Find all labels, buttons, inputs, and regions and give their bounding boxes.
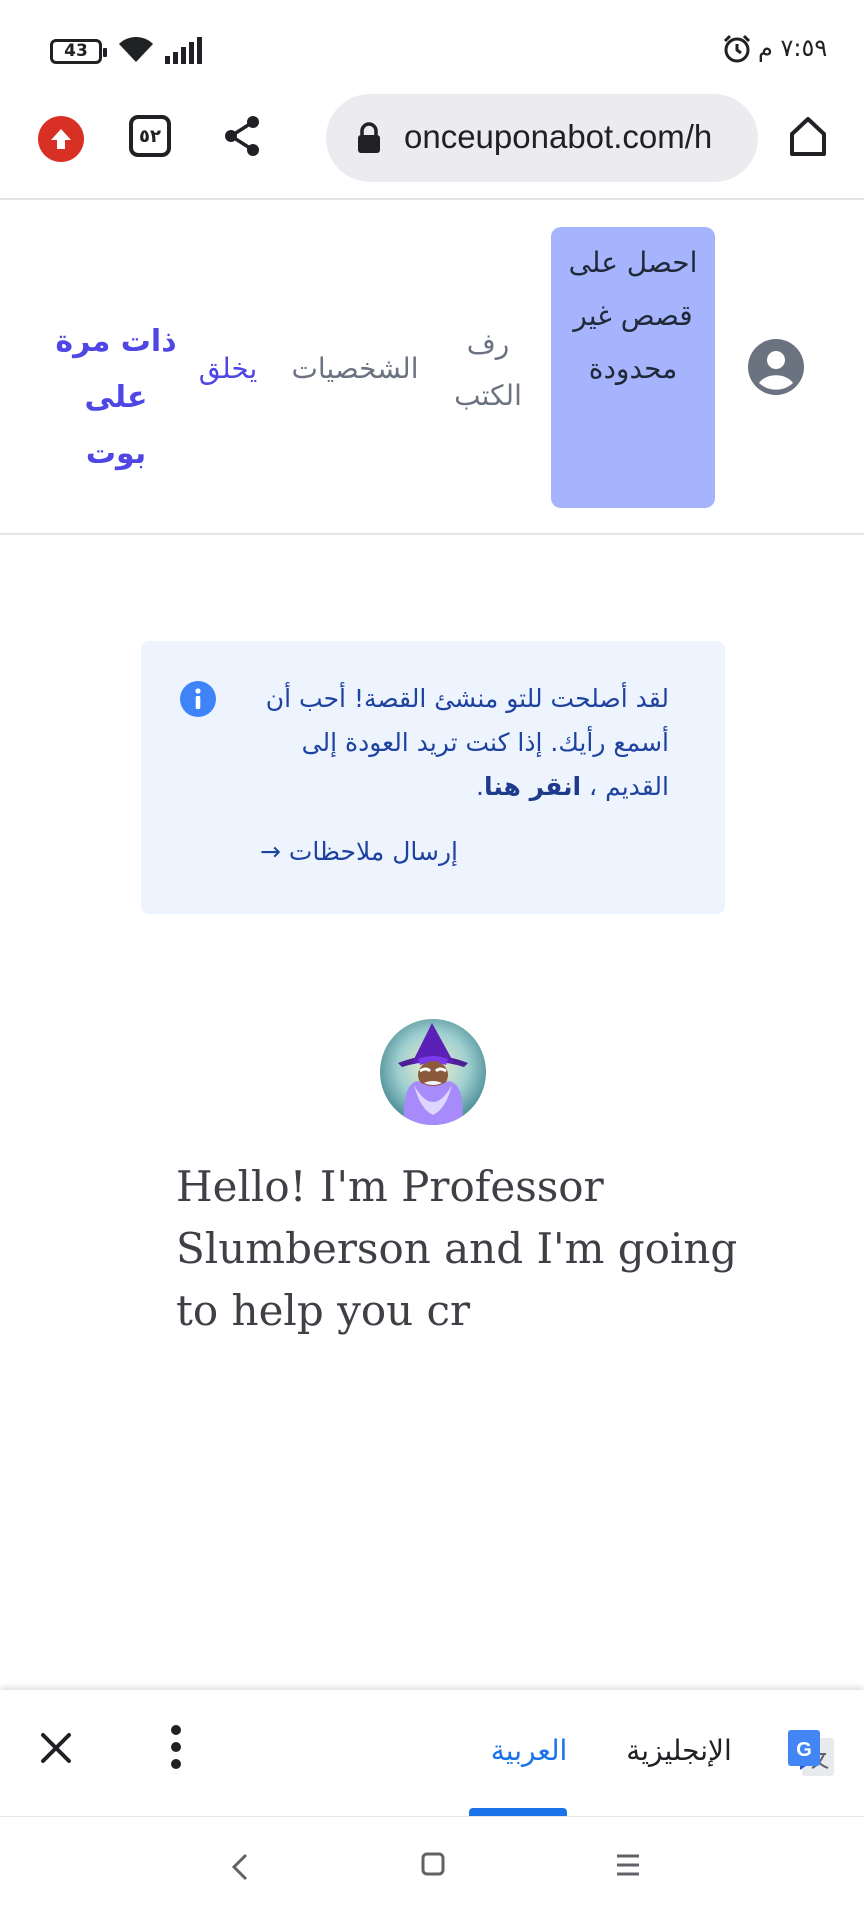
status-bar: 43 ٧:٥٩ م [0, 0, 864, 92]
send-feedback-link[interactable]: إرسال ملاحظات → [260, 837, 458, 866]
wizard-avatar-image [380, 1019, 486, 1125]
menu-nav-icon[interactable] [614, 1851, 642, 1879]
professor-avatar [380, 1019, 486, 1125]
status-time: ٧:٥٩ م [758, 34, 828, 62]
url-text: onceuponabot.com/h [404, 118, 713, 155]
home-button[interactable] [786, 114, 830, 158]
get-unlimited-stories-button[interactable]: احصل على قصص غير محدودة [551, 227, 715, 508]
active-language-indicator [469, 1808, 567, 1816]
story-creator-notice: لقد أصلحت للتو منشئ القصة! أحب أن أسمع ر… [141, 641, 725, 914]
translate-bar: العربية الإنجليزية G [0, 1690, 864, 1816]
tab-language-arabic[interactable]: العربية [481, 1734, 577, 1767]
tab-switcher-button[interactable]: ٥٢ [129, 115, 171, 157]
home-icon [790, 117, 826, 156]
nav-bookshelf-link[interactable]: رف الكتب [438, 318, 538, 422]
brand-logo-link[interactable]: ذات مرة على بوت [52, 314, 180, 482]
signal-icon [165, 37, 202, 64]
address-bar[interactable]: onceuponabot.com/h [326, 94, 758, 182]
share-button[interactable] [222, 114, 262, 158]
tab-language-english[interactable]: الإنجليزية [624, 1734, 734, 1767]
google-translate-icon: G [788, 1730, 834, 1776]
site-navigation: احصل على قصص غير محدودة رف الكتب الشخصيا… [0, 201, 864, 535]
alarm-icon [723, 34, 751, 63]
share-icon [225, 116, 259, 156]
notice-message: لقد أصلحت للتو منشئ القصة! أحب أن أسمع ر… [249, 677, 669, 809]
notice-period: . [476, 772, 484, 801]
arrow-up-icon [51, 129, 71, 149]
close-icon[interactable] [38, 1730, 74, 1766]
system-navigation-bar [0, 1816, 864, 1920]
info-icon [180, 681, 216, 717]
browser-toolbar: ٥٢ onceuponabot.com/h [0, 92, 864, 200]
lock-icon [358, 122, 380, 153]
more-vert-icon[interactable] [168, 1722, 184, 1772]
greeting-message: Hello! I'm Professor Slumberson and I'm … [176, 1162, 738, 1335]
notice-message-text: لقد أصلحت للتو منشئ القصة! أحب أن أسمع ر… [265, 684, 669, 801]
wifi-icon [119, 36, 153, 62]
update-button[interactable] [38, 116, 84, 162]
battery-icon: 43 [50, 39, 107, 64]
nav-characters-link[interactable]: الشخصيات [282, 343, 428, 395]
account-circle-icon[interactable] [748, 339, 804, 395]
click-here-link[interactable]: انقر هنا [484, 772, 581, 801]
svg-text:G: G [796, 1739, 812, 1761]
home-nav-icon[interactable] [420, 1851, 446, 1877]
back-icon[interactable] [228, 1851, 252, 1883]
nav-create-link[interactable]: يخلق [190, 343, 266, 395]
